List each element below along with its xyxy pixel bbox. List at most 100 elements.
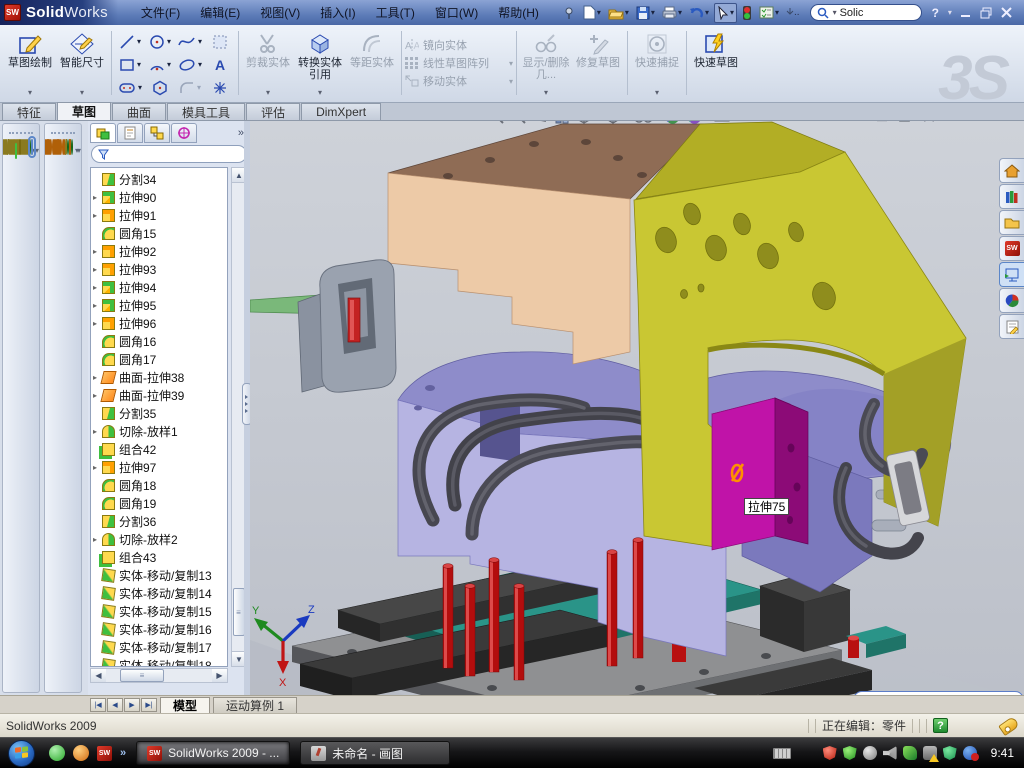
view-rotate-icon[interactable] [532, 121, 549, 125]
toolbar-grip[interactable] [9, 132, 33, 136]
rebuild-traffic-light-icon[interactable] [740, 3, 754, 23]
search-input[interactable]: Solic [840, 7, 915, 19]
tree-item[interactable]: ▸拉伸97 [91, 458, 227, 476]
menu-insert[interactable]: 插入(I) [311, 1, 364, 24]
minimize-button[interactable] [960, 7, 972, 18]
tab-dimxpert[interactable]: DimXpert [301, 103, 381, 120]
display-style-icon[interactable]: ▾ [604, 121, 628, 125]
search-box[interactable]: ▾ Solic [810, 4, 922, 21]
quick-tips-icon[interactable]: ? [933, 718, 948, 733]
menu-help[interactable]: 帮助(H) [489, 1, 548, 24]
guard-green-tray-icon[interactable] [943, 746, 957, 760]
arc-icon[interactable]: ▾ [145, 53, 175, 76]
network-warning-tray-icon[interactable] [923, 746, 937, 760]
circle-icon[interactable]: ▾ [145, 30, 175, 53]
appearances-scenes-tab[interactable] [999, 288, 1024, 313]
instant3d-button[interactable] [31, 139, 33, 155]
zoom-fit-icon[interactable] [488, 121, 505, 125]
text-icon[interactable]: A [205, 53, 235, 76]
keyboard-tray-icon[interactable] [773, 748, 791, 759]
tree-item[interactable]: ▸拉伸94 [91, 278, 227, 296]
tree-item[interactable]: ▸圆角18 [91, 476, 227, 494]
close-button[interactable] [1001, 7, 1013, 19]
select-region-icon[interactable] [205, 30, 235, 53]
design-library-tab[interactable] [999, 184, 1024, 209]
linear-sketch-pattern-button[interactable]: 线性草图阵列▾ [405, 55, 513, 71]
help-button[interactable]: ? [932, 6, 939, 20]
offset-entities-button[interactable]: 等距实体 [346, 27, 398, 99]
nav-prev-button[interactable]: ◀ [107, 698, 123, 712]
tab-features[interactable]: 特征 [2, 103, 56, 120]
pin-icon[interactable] [560, 3, 578, 23]
menu-tools[interactable]: 工具(T) [367, 1, 424, 24]
menu-file[interactable]: 文件(F) [132, 1, 189, 24]
model-tab[interactable]: 模型 [160, 697, 210, 713]
save-icon[interactable]: ▾ [634, 3, 657, 23]
graphics-area[interactable]: Y Z X ▾ ▾ ▾ ▾ ▾ 拉伸75 [250, 121, 1024, 695]
spline-icon[interactable]: ▾ [175, 30, 205, 53]
scroll-left-arrow[interactable]: ◀ [91, 669, 106, 682]
tree-item[interactable]: ▸分割34 [91, 170, 227, 188]
solidworks-quicklaunch-icon[interactable]: SW [97, 746, 112, 761]
taskbar-clock[interactable]: 9:41 [991, 746, 1014, 760]
tree-item[interactable]: ▸圆角16 [91, 332, 227, 350]
mirror-entities-button[interactable]: AA 镜向实体 [405, 37, 513, 53]
tree-item[interactable]: ▸圆角15 [91, 224, 227, 242]
antivirus-tray-icon[interactable] [823, 746, 837, 760]
tree-item[interactable]: ▸组合42 [91, 440, 227, 458]
tree-item[interactable]: ▸拉伸91 [91, 206, 227, 224]
tab-mold-tools[interactable]: 模具工具 [167, 103, 245, 120]
nav-first-button[interactable]: |◀ [90, 698, 106, 712]
tree-horizontal-scrollbar[interactable]: ◀ ≡ ▶ [90, 668, 228, 683]
tree-item[interactable]: ▸切除-放样2 [91, 530, 227, 548]
tab-propertymanager[interactable] [117, 123, 143, 143]
point-icon[interactable] [205, 76, 235, 99]
sketch-fillet-icon[interactable]: ▾ [175, 76, 205, 99]
volume-tray-icon[interactable] [883, 746, 897, 760]
tab-dimxpertmanager[interactable] [171, 123, 197, 143]
tree-item[interactable]: ▸实体-移动/复制14 [91, 584, 227, 602]
tree-item[interactable]: ▸圆角17 [91, 350, 227, 368]
print-icon[interactable]: ▾ [660, 3, 684, 23]
toolbar-grip[interactable] [51, 132, 75, 136]
apply-scene-icon[interactable]: ▾ [686, 121, 709, 125]
security-quicklaunch-icon[interactable] [73, 745, 89, 761]
edit-appearance-icon[interactable] [664, 121, 681, 125]
tree-item[interactable]: ▸曲面-拉伸38 [91, 368, 227, 386]
tree-item[interactable]: ▸组合43 [91, 548, 227, 566]
sync-green-tray-icon[interactable] [903, 746, 917, 760]
tree-item[interactable]: ▸实体-移动/复制16 [91, 620, 227, 638]
tree-item[interactable]: ▸拉伸96 [91, 314, 227, 332]
tree-item[interactable]: ▸圆角19 [91, 494, 227, 512]
messenger-quicklaunch-icon[interactable] [49, 745, 65, 761]
solidworks-content-tab[interactable]: SW [999, 236, 1024, 261]
tree-item[interactable]: ▸实体-移动/复制15 [91, 602, 227, 620]
select-cursor-icon[interactable]: ▾ [714, 3, 737, 23]
tree-item[interactable]: ▸曲面-拉伸39 [91, 386, 227, 404]
options-list-icon[interactable]: ▾ [757, 3, 781, 23]
tab-configurationmanager[interactable] [144, 123, 170, 143]
tag-icon[interactable] [998, 715, 1020, 735]
restore-button[interactable] [980, 7, 993, 19]
tree-item[interactable]: ▸分割36 [91, 512, 227, 530]
tree-item[interactable]: ▸拉伸93 [91, 260, 227, 278]
menu-edit[interactable]: 编辑(E) [191, 1, 249, 24]
display-delete-relations-button[interactable]: 显示/删除几...▾ [520, 27, 572, 99]
update-tray-icon[interactable] [863, 746, 877, 760]
shield-green-tray-icon[interactable] [843, 746, 857, 760]
section-view-icon[interactable] [554, 121, 570, 125]
network-speed-widget[interactable]: ↓0KB/S ↑0KB/S [853, 691, 1024, 695]
new-file-icon[interactable]: ▾ [581, 3, 603, 23]
tree-item[interactable]: ▸拉伸95 [91, 296, 227, 314]
helix-tool-icon[interactable] [71, 139, 73, 155]
quicklaunch-overflow-chevron[interactable]: » [120, 747, 126, 759]
tree-item[interactable]: ▸拉伸90 [91, 188, 227, 206]
part-right-block[interactable] [760, 574, 850, 652]
convert-entities-button[interactable]: 转换实体引用▾ [294, 27, 346, 99]
repair-sketch-button[interactable]: 修复草图 [572, 27, 624, 99]
start-button[interactable] [8, 740, 35, 767]
ellipse-icon[interactable]: ▾ [175, 53, 205, 76]
hide-show-items-icon[interactable]: ▾ [633, 121, 659, 124]
scroll-right-arrow[interactable]: ▶ [212, 669, 227, 682]
tab-evaluate[interactable]: 评估 [246, 103, 300, 120]
